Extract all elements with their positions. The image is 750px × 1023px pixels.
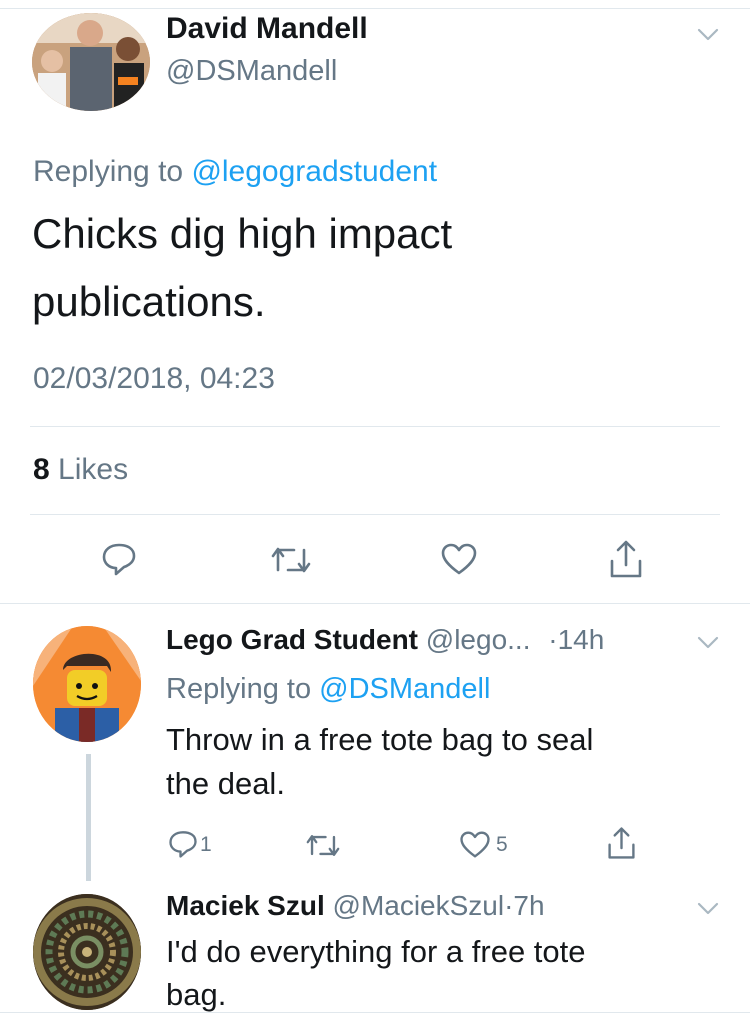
likes-label: Likes bbox=[58, 453, 129, 486]
replying-to-link[interactable]: @legogradstudent bbox=[191, 155, 437, 188]
divider bbox=[30, 426, 720, 427]
avatar[interactable] bbox=[32, 13, 150, 111]
bottom-divider bbox=[0, 1012, 750, 1013]
replying-to-link[interactable]: @DSMandell bbox=[319, 673, 490, 705]
top-divider bbox=[0, 8, 750, 9]
author-name[interactable]: Maciek Szul bbox=[166, 890, 325, 921]
share-icon[interactable] bbox=[609, 539, 643, 579]
replying-to: Replying to @DSMandell bbox=[166, 673, 490, 706]
thread-line bbox=[86, 754, 91, 881]
reply-icon[interactable] bbox=[168, 829, 198, 859]
replying-to: Replying to @legogradstudent bbox=[33, 155, 437, 189]
author-handle[interactable]: @MaciekSzul bbox=[333, 890, 505, 921]
tweet-timestamp: 02/03/2018, 04:23 bbox=[33, 362, 275, 395]
tweet-text-line: bag. bbox=[166, 977, 227, 1012]
author-name[interactable]: Lego Grad Student bbox=[166, 624, 418, 655]
reply-header: Lego Grad Student @lego... ·14h bbox=[166, 624, 604, 656]
avatar[interactable] bbox=[33, 894, 141, 1010]
chevron-down-icon[interactable] bbox=[697, 902, 719, 916]
share-icon[interactable] bbox=[607, 826, 636, 860]
likes-summary[interactable]: 8 Likes bbox=[33, 453, 128, 487]
retweet-icon[interactable] bbox=[305, 832, 341, 859]
author-handle[interactable]: @DSMandell bbox=[166, 55, 337, 88]
tweet-time: ·14h bbox=[548, 624, 605, 655]
like-icon[interactable] bbox=[459, 830, 491, 859]
retweet-icon[interactable] bbox=[270, 544, 312, 576]
tweet-text-line: the deal. bbox=[166, 766, 285, 801]
replying-prefix: Replying to bbox=[33, 155, 184, 188]
divider bbox=[30, 514, 720, 515]
likes-count: 8 bbox=[33, 453, 50, 486]
author-name[interactable]: David Mandell bbox=[166, 12, 368, 46]
reply-icon[interactable] bbox=[101, 541, 137, 577]
chevron-down-icon[interactable] bbox=[697, 636, 719, 650]
replying-prefix: Replying to bbox=[166, 673, 312, 705]
like-icon[interactable] bbox=[440, 542, 478, 576]
author-handle[interactable]: @lego... bbox=[426, 624, 531, 655]
section-divider bbox=[0, 603, 750, 604]
chevron-down-icon[interactable] bbox=[697, 28, 719, 42]
tweet-text-line: I'd do everything for a free tote bbox=[166, 934, 586, 969]
reply-header: Maciek Szul @MaciekSzul·7h bbox=[166, 890, 545, 922]
like-count: 5 bbox=[496, 833, 508, 856]
reply-count: 1 bbox=[200, 833, 212, 856]
tweet-text-line: Throw in a free tote bag to seal bbox=[166, 722, 594, 757]
tweet-text-line: Chicks dig high impact bbox=[32, 210, 453, 257]
tweet-text-line: publications. bbox=[32, 278, 266, 325]
tweet-time: ·7h bbox=[504, 890, 545, 921]
avatar[interactable] bbox=[33, 626, 141, 742]
